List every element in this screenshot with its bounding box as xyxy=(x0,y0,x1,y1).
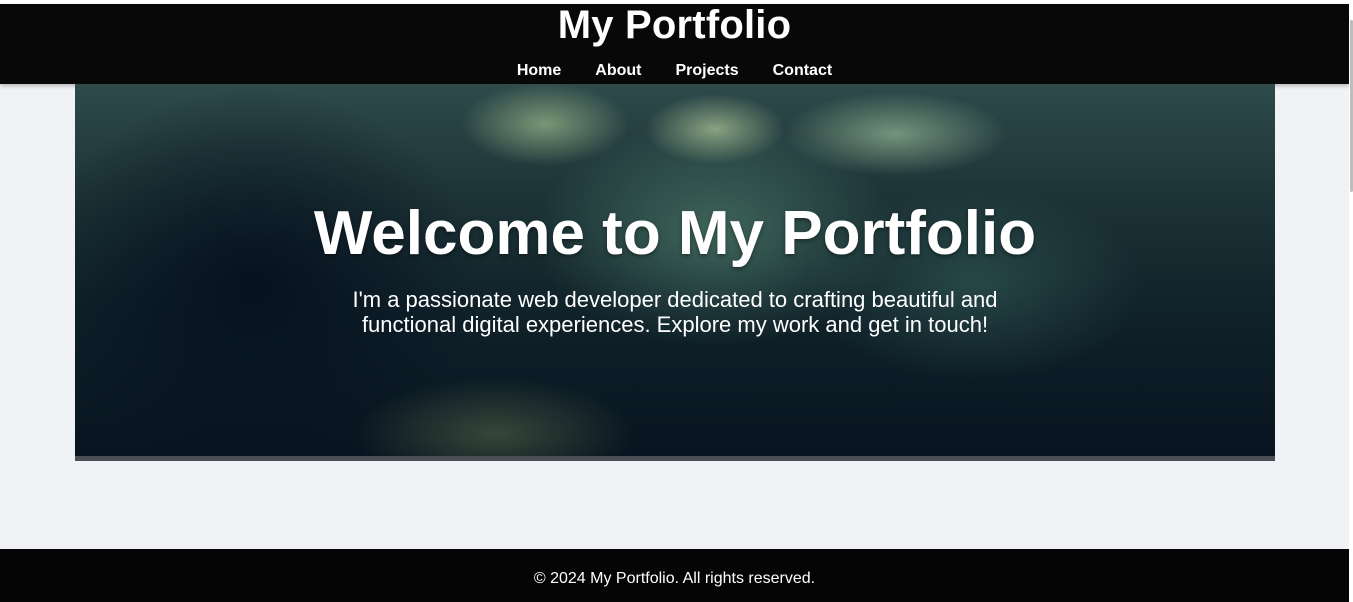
site-title: My Portfolio xyxy=(557,3,792,47)
nav-about-link[interactable]: About xyxy=(595,62,641,80)
main-nav: Home About Projects Contact xyxy=(0,62,1349,80)
hero-content: Welcome to My Portfolio I'm a passionate… xyxy=(75,196,1275,337)
hero-title: Welcome to My Portfolio xyxy=(313,199,1037,268)
page: My Portfolio Home About Projects Contact… xyxy=(0,0,1349,602)
hero-text: I'm a passionate web developer dedicated… xyxy=(352,287,998,337)
hero-bottom-bar xyxy=(75,456,1275,461)
site-footer: © 2024 My Portfolio. All rights reserved… xyxy=(0,549,1349,602)
nav-home-link[interactable]: Home xyxy=(517,62,561,80)
nav-contact-link[interactable]: Contact xyxy=(773,62,833,80)
hero-section: Welcome to My Portfolio I'm a passionate… xyxy=(75,84,1275,456)
site-header: My Portfolio Home About Projects Contact xyxy=(0,4,1349,84)
nav-projects-link[interactable]: Projects xyxy=(675,62,738,80)
footer-copyright: © 2024 My Portfolio. All rights reserved… xyxy=(533,570,816,587)
vertical-scrollbar[interactable] xyxy=(1349,0,1353,602)
